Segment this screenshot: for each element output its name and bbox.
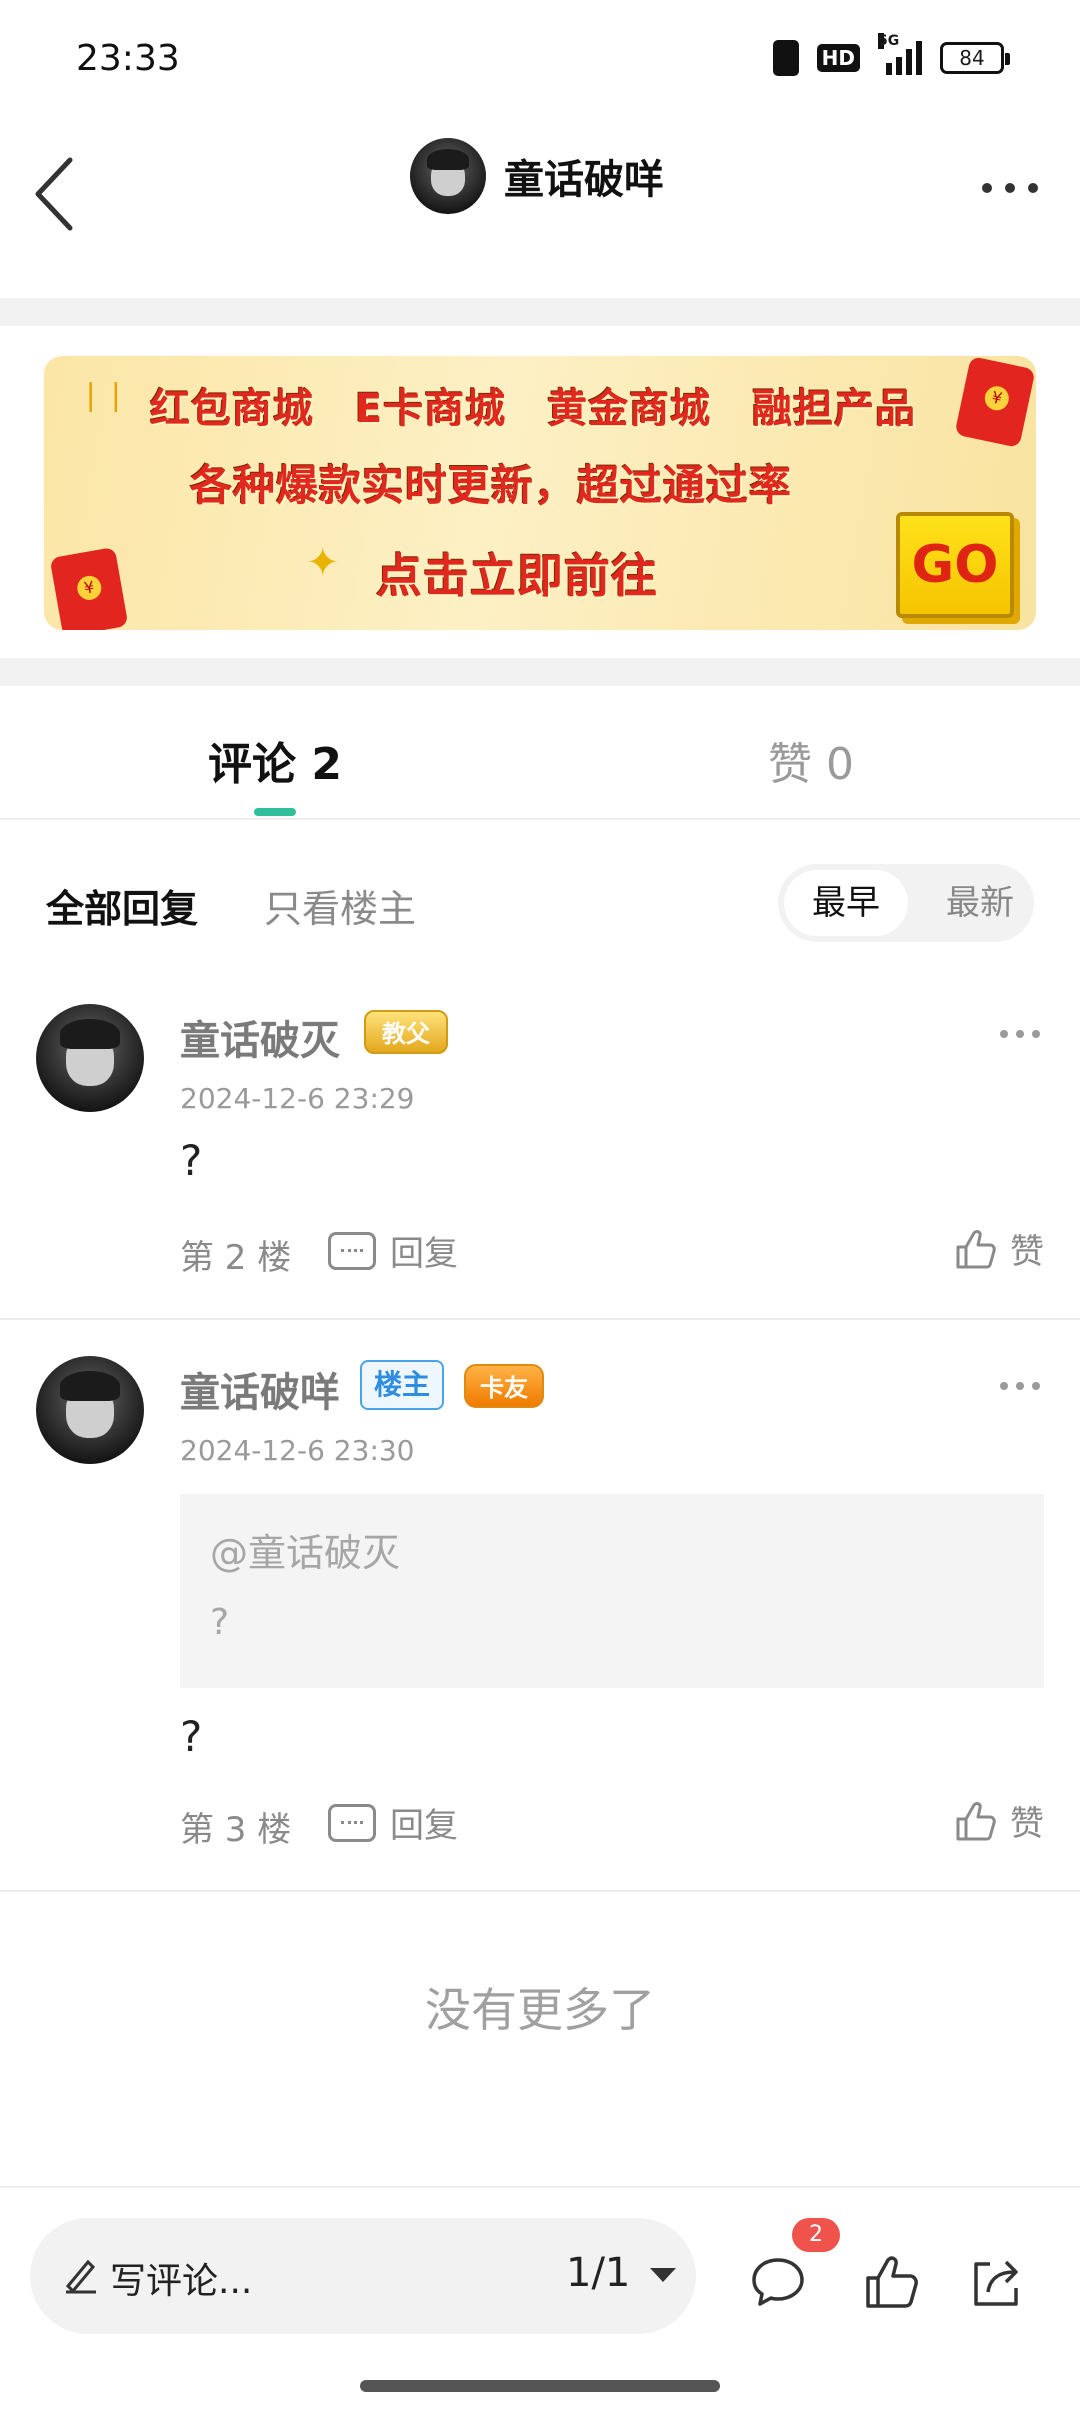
comment-author[interactable]: 童话破灭 xyxy=(180,1008,340,1066)
sort-toggle: 最早 最新 xyxy=(778,864,1034,942)
floor-number: 第 3 楼 xyxy=(180,1810,292,1850)
tab-likes[interactable]: 赞 0 xyxy=(768,728,854,792)
battery-icon: 84 xyxy=(940,42,1010,74)
reply-label: 回复 xyxy=(390,1234,458,1274)
banner-line-3: 点击立即前往 xyxy=(376,549,658,603)
filter-op-only[interactable]: 只看楼主 xyxy=(264,878,416,933)
comment-time: 2024-12-6 23:29 xyxy=(180,1082,415,1115)
reply-label: 回复 xyxy=(390,1806,458,1846)
like-button[interactable]: 赞 xyxy=(954,1224,1044,1273)
comment-item: 童话破灭 教父 2024-12-6 23:29 ? 第 2 楼 回复 赞 xyxy=(0,990,1080,1320)
hd-icon: HD xyxy=(816,44,860,72)
nav-user[interactable]: 童话破咩 xyxy=(410,138,664,214)
avatar[interactable] xyxy=(36,1356,144,1464)
quoted-text: ? xyxy=(210,1602,230,1643)
avatar[interactable] xyxy=(410,138,486,214)
avatar[interactable] xyxy=(36,1004,144,1112)
banner-line-1: 红包商城 E卡商城 黄金商城 融担产品 xyxy=(150,386,917,432)
like-label: 赞 xyxy=(1010,1232,1044,1272)
network-type: 5G xyxy=(878,33,900,49)
comment-text: ? xyxy=(180,1136,203,1185)
tab-bar: 评论 2 赞 0 xyxy=(0,688,1080,820)
more-horizontal-icon[interactable] xyxy=(982,178,1038,198)
red-envelope-icon xyxy=(49,546,129,630)
filter-all-replies[interactable]: 全部回复 xyxy=(46,878,198,933)
divider xyxy=(0,658,1080,686)
page-title: 童话破咩 xyxy=(504,157,664,203)
comment-author[interactable]: 童话破咩 xyxy=(180,1360,340,1418)
level-badge: 卡友 xyxy=(464,1364,544,1408)
divider xyxy=(0,298,1080,326)
more-horizontal-icon[interactable] xyxy=(1000,1030,1040,1040)
vibrate-icon xyxy=(772,40,799,76)
status-icons: HD 5G 84 xyxy=(772,33,1010,76)
like-label: 赞 xyxy=(1010,1804,1044,1844)
reply-icon xyxy=(328,1803,376,1842)
status-bar: 23:33 HD 5G 84 xyxy=(0,0,1080,120)
red-envelope-icon xyxy=(954,356,1036,448)
promo-banner[interactable]: ❘❘ 红包商城 E卡商城 黄金商城 融担产品 各种爆款实时更新，超过通过率 ✦ … xyxy=(44,356,1036,630)
comment-count-badge: 2 xyxy=(792,2218,840,2252)
reply-button[interactable]: 回复 xyxy=(328,1226,458,1275)
signal-icon: 5G xyxy=(878,33,922,75)
thumbs-up-icon xyxy=(956,1229,996,1268)
banner-line-2: 各种爆款实时更新，超过通过率 xyxy=(190,461,793,510)
share-icon[interactable] xyxy=(966,2252,1026,2312)
star-icon: ✦ xyxy=(306,540,340,586)
page-indicator[interactable]: 1/1 xyxy=(566,2250,630,2296)
tab-comments[interactable]: 评论 2 xyxy=(208,728,342,792)
floor-number: 第 2 楼 xyxy=(180,1238,292,1278)
pencil-icon xyxy=(65,2259,96,2294)
write-comment-placeholder: 写评论... xyxy=(110,2261,253,2302)
level-badge: 教父 xyxy=(364,1010,448,1054)
thumbs-up-icon xyxy=(956,1801,996,1840)
caret-down-icon[interactable] xyxy=(650,2268,676,2282)
quoted-author: @童话破灭 xyxy=(210,1531,401,1575)
like-button[interactable]: 赞 xyxy=(954,1796,1044,1845)
bottom-bar: 写评论... 1/1 2 xyxy=(0,2186,1080,2412)
home-indicator[interactable] xyxy=(360,2380,720,2392)
nav-bar: 童话破咩 xyxy=(0,120,1080,290)
op-badge: 楼主 xyxy=(360,1360,445,1410)
sort-earliest-button[interactable]: 最早 xyxy=(784,870,908,936)
comment-item: 童话破咩 楼主 卡友 2024-12-6 23:30 @童话破灭 ? ? 第 3… xyxy=(0,1322,1080,1892)
comment-icon[interactable] xyxy=(748,2252,808,2312)
comment-time: 2024-12-6 23:30 xyxy=(180,1434,415,1467)
reply-icon xyxy=(328,1231,376,1270)
tab-indicator xyxy=(254,808,296,816)
end-of-list-text: 没有更多了 xyxy=(425,1983,655,2037)
comment-text: ? xyxy=(180,1712,203,1761)
chevron-left-icon[interactable] xyxy=(28,150,88,238)
quoted-comment[interactable]: @童话破灭 ? xyxy=(180,1494,1044,1688)
status-time: 23:33 xyxy=(76,38,180,79)
reply-button[interactable]: 回复 xyxy=(328,1798,458,1847)
thumbs-up-icon[interactable] xyxy=(862,2252,922,2312)
go-button[interactable]: GO xyxy=(896,512,1014,618)
filter-row: 全部回复 只看楼主 最早 最新 xyxy=(0,860,1080,944)
more-horizontal-icon[interactable] xyxy=(1000,1382,1040,1392)
sparkle-icon: ❘❘ xyxy=(78,378,129,413)
sort-latest-button[interactable]: 最新 xyxy=(946,870,1014,936)
write-comment-input[interactable]: 写评论... 1/1 xyxy=(30,2218,696,2334)
